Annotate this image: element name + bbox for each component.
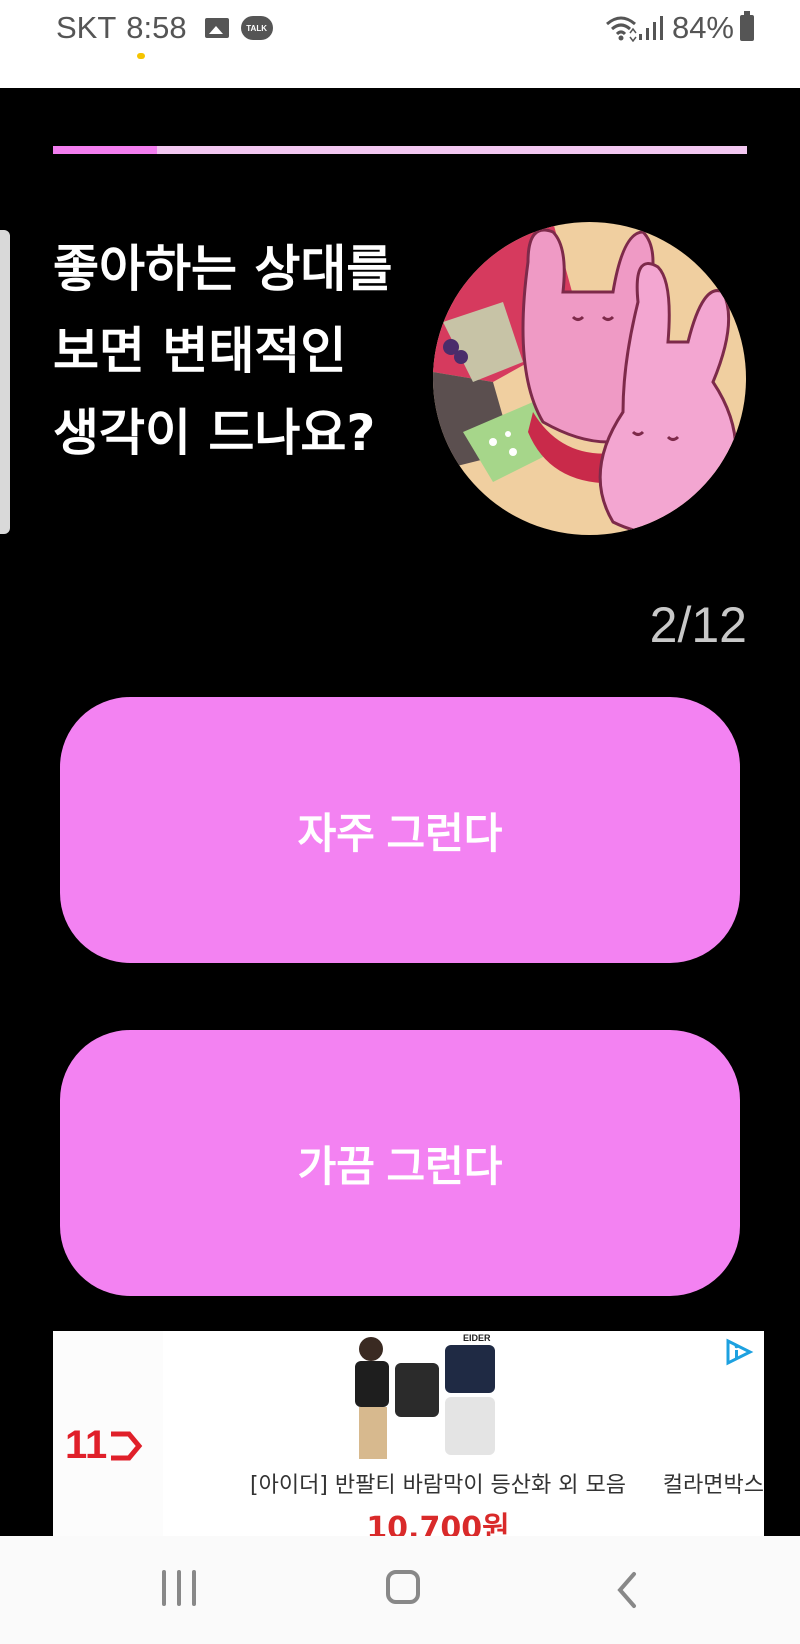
gallery-icon <box>204 18 229 38</box>
ad-info-icon[interactable] <box>724 1337 754 1367</box>
signal-icon <box>638 16 663 40</box>
edge-panel-handle[interactable] <box>0 230 10 534</box>
ad-price: 10,700원 <box>366 1511 510 1536</box>
progress-fill <box>53 146 158 154</box>
notification-dot <box>137 53 145 59</box>
question-illustration <box>433 222 746 535</box>
ad-product-image: EIDER <box>333 1331 533 1467</box>
question-text: 좋아하는 상대를 보면 변태적인 생각이 드나요? <box>53 228 443 474</box>
ad-logo-arrow-icon <box>111 1431 143 1460</box>
ad-next-product-title[interactable]: 컬라면박스 <box>663 1467 764 1499</box>
battery-icon <box>740 11 754 41</box>
ad-product-title[interactable]: [아이더] 반팔티 바람막이 등산화 외 모음 <box>213 1467 663 1499</box>
progress-bar <box>53 146 747 154</box>
question-counter: 2/12 <box>649 597 747 653</box>
ad-logo: 11 <box>65 1423 143 1468</box>
wifi-icon <box>605 16 637 42</box>
ad-banner[interactable]: 11 EIDER [아이더] 반팔티 바람막이 등산화 외 모음 10,700원… <box>53 1331 764 1536</box>
question-line: 좋아하는 상대를 <box>53 240 393 298</box>
clock: 8:58 <box>126 10 187 45</box>
ad-brand-label: EIDER <box>463 1333 491 1343</box>
back-icon[interactable] <box>612 1570 642 1610</box>
kakaotalk-icon: TALK <box>240 16 273 40</box>
battery-percentage: 84% <box>671 10 734 45</box>
recents-icon[interactable] <box>162 1570 196 1610</box>
ad-logo-text: 11 <box>65 1423 108 1467</box>
navigation-bar <box>0 1536 800 1644</box>
talk-label: TALK <box>246 23 267 33</box>
question-line: 생각이 드나요? <box>53 404 376 462</box>
status-left: SKT 8:58 TALK <box>56 8 273 48</box>
carrier-label: SKT <box>56 10 117 45</box>
question-line: 보면 변태적인 <box>53 322 347 380</box>
status-right: 84% <box>604 8 754 48</box>
home-icon[interactable] <box>386 1570 420 1604</box>
answer-button-often[interactable]: 자주 그런다 <box>60 697 740 963</box>
quiz-screen: SKT 8:58 TALK 84% 좋아하는 상대를 보면 변태적인 생각이 드… <box>0 0 800 1644</box>
answer-button-sometimes[interactable]: 가끔 그런다 <box>60 1030 740 1296</box>
status-bar: SKT 8:58 TALK 84% <box>0 0 800 88</box>
